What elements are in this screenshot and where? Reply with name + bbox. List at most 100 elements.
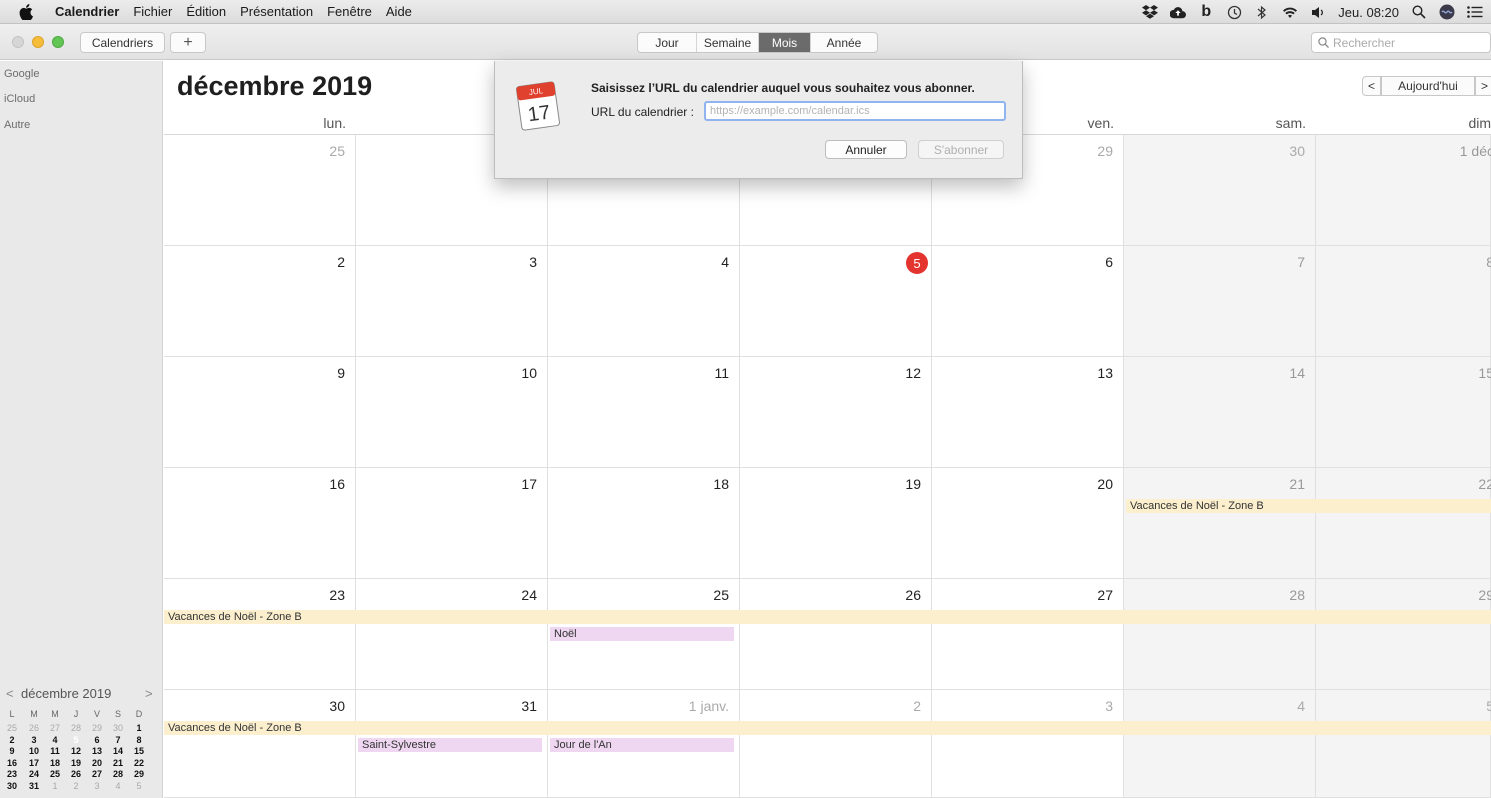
day-cell[interactable]: 26 <box>740 579 932 690</box>
mini-calendar-day[interactable]: 22 <box>131 758 147 769</box>
mini-calendar-day[interactable]: 1 <box>131 723 147 734</box>
prev-month-button[interactable]: < <box>1362 76 1381 96</box>
mini-calendar-day[interactable]: 8 <box>131 735 147 746</box>
mini-calendar-day[interactable]: 25 <box>47 769 63 780</box>
mini-calendar-day[interactable]: 3 <box>89 781 105 792</box>
day-cell[interactable]: 16 <box>164 468 356 579</box>
mini-calendar-day[interactable]: 10 <box>26 746 42 757</box>
day-cell[interactable]: 12 <box>740 357 932 468</box>
sidebar-item-autre[interactable]: Autre <box>4 119 30 131</box>
mini-calendar-day[interactable]: 30 <box>110 723 126 734</box>
volume-icon[interactable] <box>1310 4 1326 20</box>
menu-fenetre[interactable]: Fenêtre <box>320 4 379 19</box>
mini-calendar-day[interactable]: 9 <box>4 746 20 757</box>
day-cell[interactable]: 21 <box>1124 468 1316 579</box>
event-vacances[interactable]: Vacances de Noël - Zone B <box>1126 499 1491 513</box>
mini-calendar-day[interactable]: 24 <box>26 769 42 780</box>
mini-calendar-day[interactable]: 28 <box>110 769 126 780</box>
today-button[interactable]: Aujourd'hui <box>1381 76 1475 96</box>
tab-jour[interactable]: Jour <box>638 33 697 52</box>
time-machine-icon[interactable] <box>1226 4 1242 20</box>
day-cell[interactable]: 4 <box>548 246 740 357</box>
day-cell[interactable]: 14 <box>1124 357 1316 468</box>
day-cell[interactable]: 5 <box>1316 690 1491 798</box>
mini-calendar-day[interactable]: 21 <box>110 758 126 769</box>
menu-app-name[interactable]: Calendrier <box>48 4 126 19</box>
window-close-button[interactable] <box>12 36 24 48</box>
mini-calendar-day[interactable]: 5 <box>131 781 147 792</box>
mini-calendar-day[interactable]: 31 <box>26 781 42 792</box>
apple-icon[interactable] <box>16 3 36 20</box>
day-cell[interactable]: 30 <box>164 690 356 798</box>
tab-mois[interactable]: Mois <box>759 33 811 52</box>
day-cell[interactable]: 20 <box>932 468 1124 579</box>
mini-calendar-day[interactable]: 25 <box>4 723 20 734</box>
mini-calendar-day[interactable]: 27 <box>47 723 63 734</box>
mini-calendar-day[interactable]: 26 <box>26 723 42 734</box>
siri-icon[interactable] <box>1439 4 1455 20</box>
mini-calendar-day[interactable]: 17 <box>26 758 42 769</box>
cancel-button[interactable]: Annuler <box>825 140 907 159</box>
tab-annee[interactable]: Année <box>811 33 877 52</box>
window-zoom-button[interactable] <box>52 36 64 48</box>
day-cell[interactable]: 11 <box>548 357 740 468</box>
day-cell[interactable]: 8 <box>1316 246 1491 357</box>
day-cell[interactable]: 23 <box>164 579 356 690</box>
mini-calendar-day[interactable]: 6 <box>89 735 105 746</box>
mini-calendar-day[interactable]: 13 <box>89 746 105 757</box>
day-cell[interactable]: 28 <box>1124 579 1316 690</box>
mini-calendar-day[interactable]: 2 <box>4 735 20 746</box>
calendars-button[interactable]: Calendriers <box>80 32 165 53</box>
mini-calendar-day[interactable]: 26 <box>68 769 84 780</box>
day-cell[interactable]: 24 <box>356 579 548 690</box>
day-cell[interactable]: 25 <box>164 135 356 246</box>
event-vacances[interactable]: Vacances de Noël - Zone B <box>164 721 1491 735</box>
mini-calendar-day[interactable]: 29 <box>89 723 105 734</box>
event-saint-sylvestre[interactable]: Saint-Sylvestre <box>358 738 542 752</box>
day-cell[interactable]: 1 déc <box>1316 135 1491 246</box>
mini-calendar-day[interactable]: 14 <box>110 746 126 757</box>
day-cell[interactable]: 9 <box>164 357 356 468</box>
day-cell[interactable]: 13 <box>932 357 1124 468</box>
day-cell[interactable]: 6 <box>932 246 1124 357</box>
mini-calendar-day[interactable]: 11 <box>47 746 63 757</box>
mini-calendar-day[interactable]: 19 <box>68 758 84 769</box>
mini-calendar-day[interactable]: 1 <box>47 781 63 792</box>
mini-calendar-day[interactable]: 7 <box>110 735 126 746</box>
bluetooth-icon[interactable] <box>1254 4 1270 20</box>
day-cell[interactable]: 19 <box>740 468 932 579</box>
day-cell[interactable]: 27 <box>932 579 1124 690</box>
wifi-icon[interactable] <box>1282 4 1298 20</box>
day-cell[interactable]: 29 <box>1316 579 1491 690</box>
mini-calendar-day[interactable]: 12 <box>68 746 84 757</box>
search-field[interactable]: Rechercher <box>1311 32 1491 53</box>
mini-calendar-day[interactable]: 28 <box>68 723 84 734</box>
day-cell[interactable]: 7 <box>1124 246 1316 357</box>
day-cell[interactable]: 22 <box>1316 468 1491 579</box>
event-noel[interactable]: Noël <box>550 627 734 641</box>
window-minimize-button[interactable] <box>32 36 44 48</box>
mini-calendar-day[interactable]: 27 <box>89 769 105 780</box>
mini-calendar-day[interactable]: 16 <box>4 758 20 769</box>
mini-next-month-button[interactable]: > <box>145 686 153 701</box>
add-event-button[interactable]: + <box>170 32 206 53</box>
menu-clock[interactable]: Jeu. 08:20 <box>1338 5 1399 20</box>
menu-presentation[interactable]: Présentation <box>233 4 320 19</box>
menu-fichier[interactable]: Fichier <box>126 4 179 19</box>
menu-edition[interactable]: Édition <box>179 4 233 19</box>
mini-calendar-day[interactable]: 3 <box>26 735 42 746</box>
mini-calendar-day[interactable]: 30 <box>4 781 20 792</box>
day-cell[interactable]: 3 <box>356 246 548 357</box>
mini-prev-month-button[interactable]: < <box>6 686 14 701</box>
tab-semaine[interactable]: Semaine <box>697 33 759 52</box>
menu-aide[interactable]: Aide <box>379 4 419 19</box>
next-month-button[interactable]: > <box>1475 76 1491 96</box>
day-cell[interactable]: 2 <box>164 246 356 357</box>
day-cell[interactable]: 3 <box>932 690 1124 798</box>
sidebar-item-icloud[interactable]: iCloud <box>4 93 35 105</box>
mini-calendar-day[interactable]: 20 <box>89 758 105 769</box>
day-cell[interactable]: 17 <box>356 468 548 579</box>
mini-calendar-day[interactable]: 5 <box>68 731 84 746</box>
day-cell[interactable]: 30 <box>1124 135 1316 246</box>
notification-center-icon[interactable] <box>1467 4 1483 20</box>
